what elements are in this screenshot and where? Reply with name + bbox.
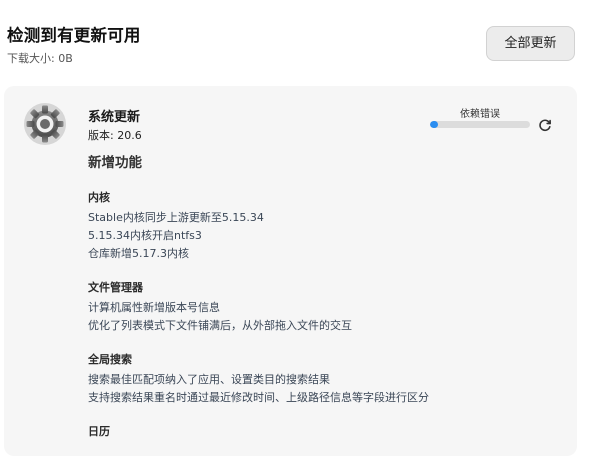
section-title: 文件管理器	[88, 281, 143, 294]
section-item: 支持搜索结果重名时通过最近修改时间、上级路径信息等字段进行区分	[88, 391, 429, 404]
section-title: 日历	[88, 425, 110, 438]
progress-fill	[430, 121, 438, 128]
section-title: 全局搜索	[88, 353, 132, 366]
section-title: 内核	[88, 191, 110, 204]
section-item: 仓库新增5.17.3内核	[88, 247, 189, 260]
page-title: 检测到有更新可用	[7, 26, 141, 45]
app-version: 版本: 20.6	[88, 129, 142, 142]
section-item: Stable内核同步上游更新至5.15.34	[88, 211, 264, 224]
features-title: 新增功能	[88, 155, 142, 171]
section-kernel: 内核 Stable内核同步上游更新至5.15.34 5.15.34内核开启ntf…	[88, 189, 264, 263]
status-label: 依赖错误	[460, 109, 500, 120]
section-file-manager: 文件管理器 计算机属性新增版本号信息 优化了列表模式下文件铺满后，从外部拖入文件…	[88, 279, 352, 335]
progress-bar	[430, 121, 530, 128]
section-item: 计算机属性新增版本号信息	[88, 301, 220, 314]
section-item: 搜索最佳匹配项纳入了应用、设置类目的搜索结果	[88, 373, 330, 386]
app-name: 系统更新	[88, 110, 141, 125]
update-all-button[interactable]: 全部更新	[486, 26, 575, 61]
refresh-icon[interactable]	[537, 117, 553, 133]
section-item: 5.15.34内核开启ntfs3	[88, 229, 202, 242]
section-calendar: 日历	[88, 423, 110, 443]
section-item: 优化了列表模式下文件铺满后，从外部拖入文件的交互	[88, 319, 352, 332]
header: 检测到有更新可用 下载大小: 0B	[7, 22, 141, 66]
download-size: 下载大小: 0B	[7, 52, 73, 65]
section-global-search: 全局搜索 搜索最佳匹配项纳入了应用、设置类目的搜索结果 支持搜索结果重名时通过最…	[88, 351, 429, 407]
gear-icon	[24, 103, 66, 145]
